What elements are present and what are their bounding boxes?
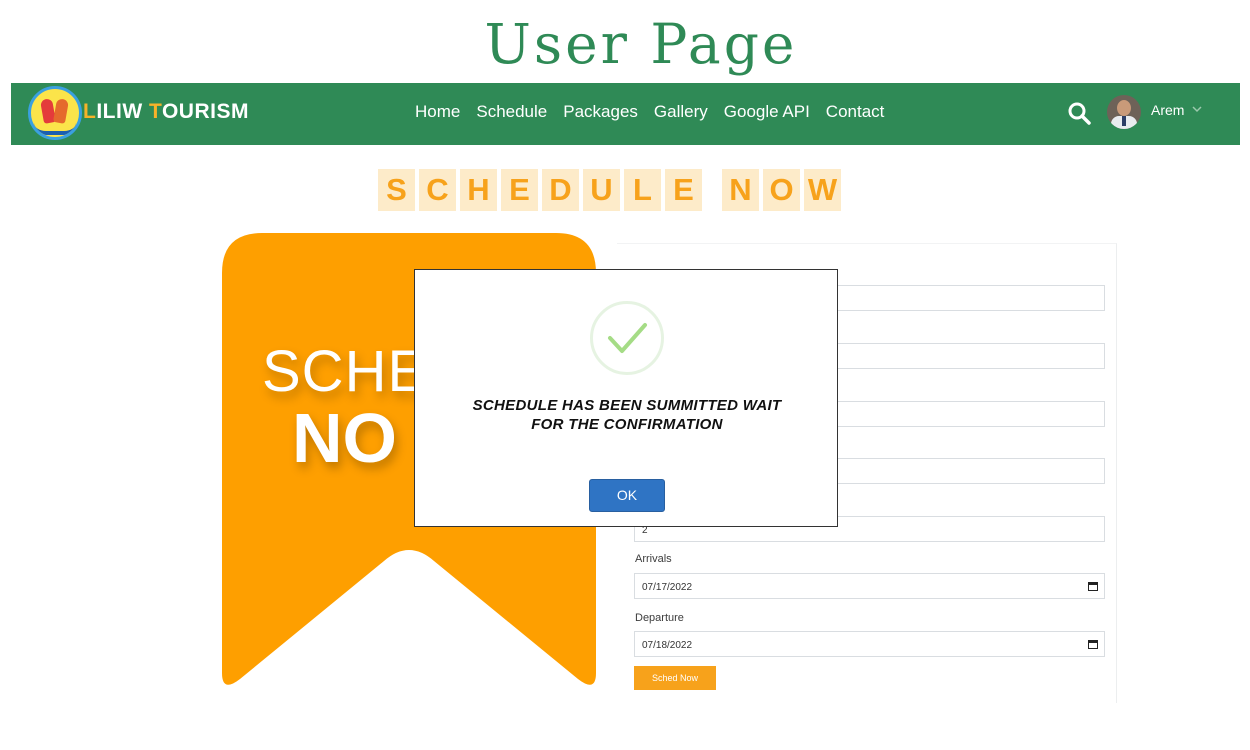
brand-text-1: ILIW (96, 100, 149, 123)
heading-letter: E (501, 169, 538, 211)
navbar: LILIW TOURISM Home Schedule Packages Gal… (11, 83, 1240, 145)
nav-packages[interactable]: Packages (563, 102, 638, 122)
user-name[interactable]: Arem (1151, 102, 1184, 118)
success-circle (590, 301, 664, 375)
arrivals-date-value: 07/17/2022 (642, 582, 693, 593)
brand-text-2: OURISM (161, 100, 249, 123)
heading-letter: U (583, 169, 620, 211)
banner-text-line2: NO (292, 399, 397, 477)
page-title: User Page (484, 12, 798, 76)
heading-letter: S (378, 169, 415, 211)
avatar[interactable] (1107, 95, 1141, 129)
search-icon[interactable] (1067, 101, 1091, 125)
arrivals-label: Arrivals (635, 553, 672, 565)
brand-name[interactable]: LILIW TOURISM (83, 100, 249, 124)
modal-message-line1: SCHEDULE HAS BEEN SUMMITTED WAIT (472, 397, 782, 414)
nav-schedule[interactable]: Schedule (476, 102, 547, 122)
calendar-icon[interactable] (1088, 582, 1098, 591)
arrivals-date-input[interactable]: 07/17/2022 (634, 573, 1105, 599)
heading-letter: L (624, 169, 661, 211)
calendar-icon[interactable] (1088, 640, 1098, 649)
schedule-now-heading: S C H E D U L E N O W (378, 169, 845, 211)
check-icon (608, 323, 647, 353)
nav-links: Home Schedule Packages Gallery Google AP… (415, 102, 900, 122)
nav-google-api[interactable]: Google API (724, 102, 810, 122)
heading-letter: E (665, 169, 702, 211)
brand-letter-t: T (148, 100, 162, 123)
heading-letter: O (763, 169, 800, 211)
sched-now-button[interactable]: Sched Now (634, 666, 716, 690)
logo[interactable] (28, 86, 82, 140)
modal-message-line2: FOR THE CONFIRMATION (531, 416, 723, 433)
heading-letter: H (460, 169, 497, 211)
banner-text-line1: SCHE (262, 339, 428, 404)
heading-letter: D (542, 169, 579, 211)
nav-gallery[interactable]: Gallery (654, 102, 708, 122)
success-modal: SCHEDULE HAS BEEN SUMMITTED WAIT FOR THE… (414, 269, 838, 527)
departure-date-value: 07/18/2022 (642, 640, 693, 651)
heading-letter: C (419, 169, 456, 211)
departure-label: Departure (635, 612, 684, 624)
nav-home[interactable]: Home (415, 102, 460, 122)
departure-date-input[interactable]: 07/18/2022 (634, 631, 1105, 657)
ok-button[interactable]: OK (589, 479, 665, 512)
brand-letter-l: L (83, 100, 97, 123)
modal-message: SCHEDULE HAS BEEN SUMMITTED WAIT FOR THE… (435, 396, 819, 434)
heading-letter: W (804, 169, 841, 211)
nav-contact[interactable]: Contact (826, 102, 885, 122)
heading-letter: N (722, 169, 759, 211)
chevron-down-icon[interactable] (1192, 104, 1202, 114)
